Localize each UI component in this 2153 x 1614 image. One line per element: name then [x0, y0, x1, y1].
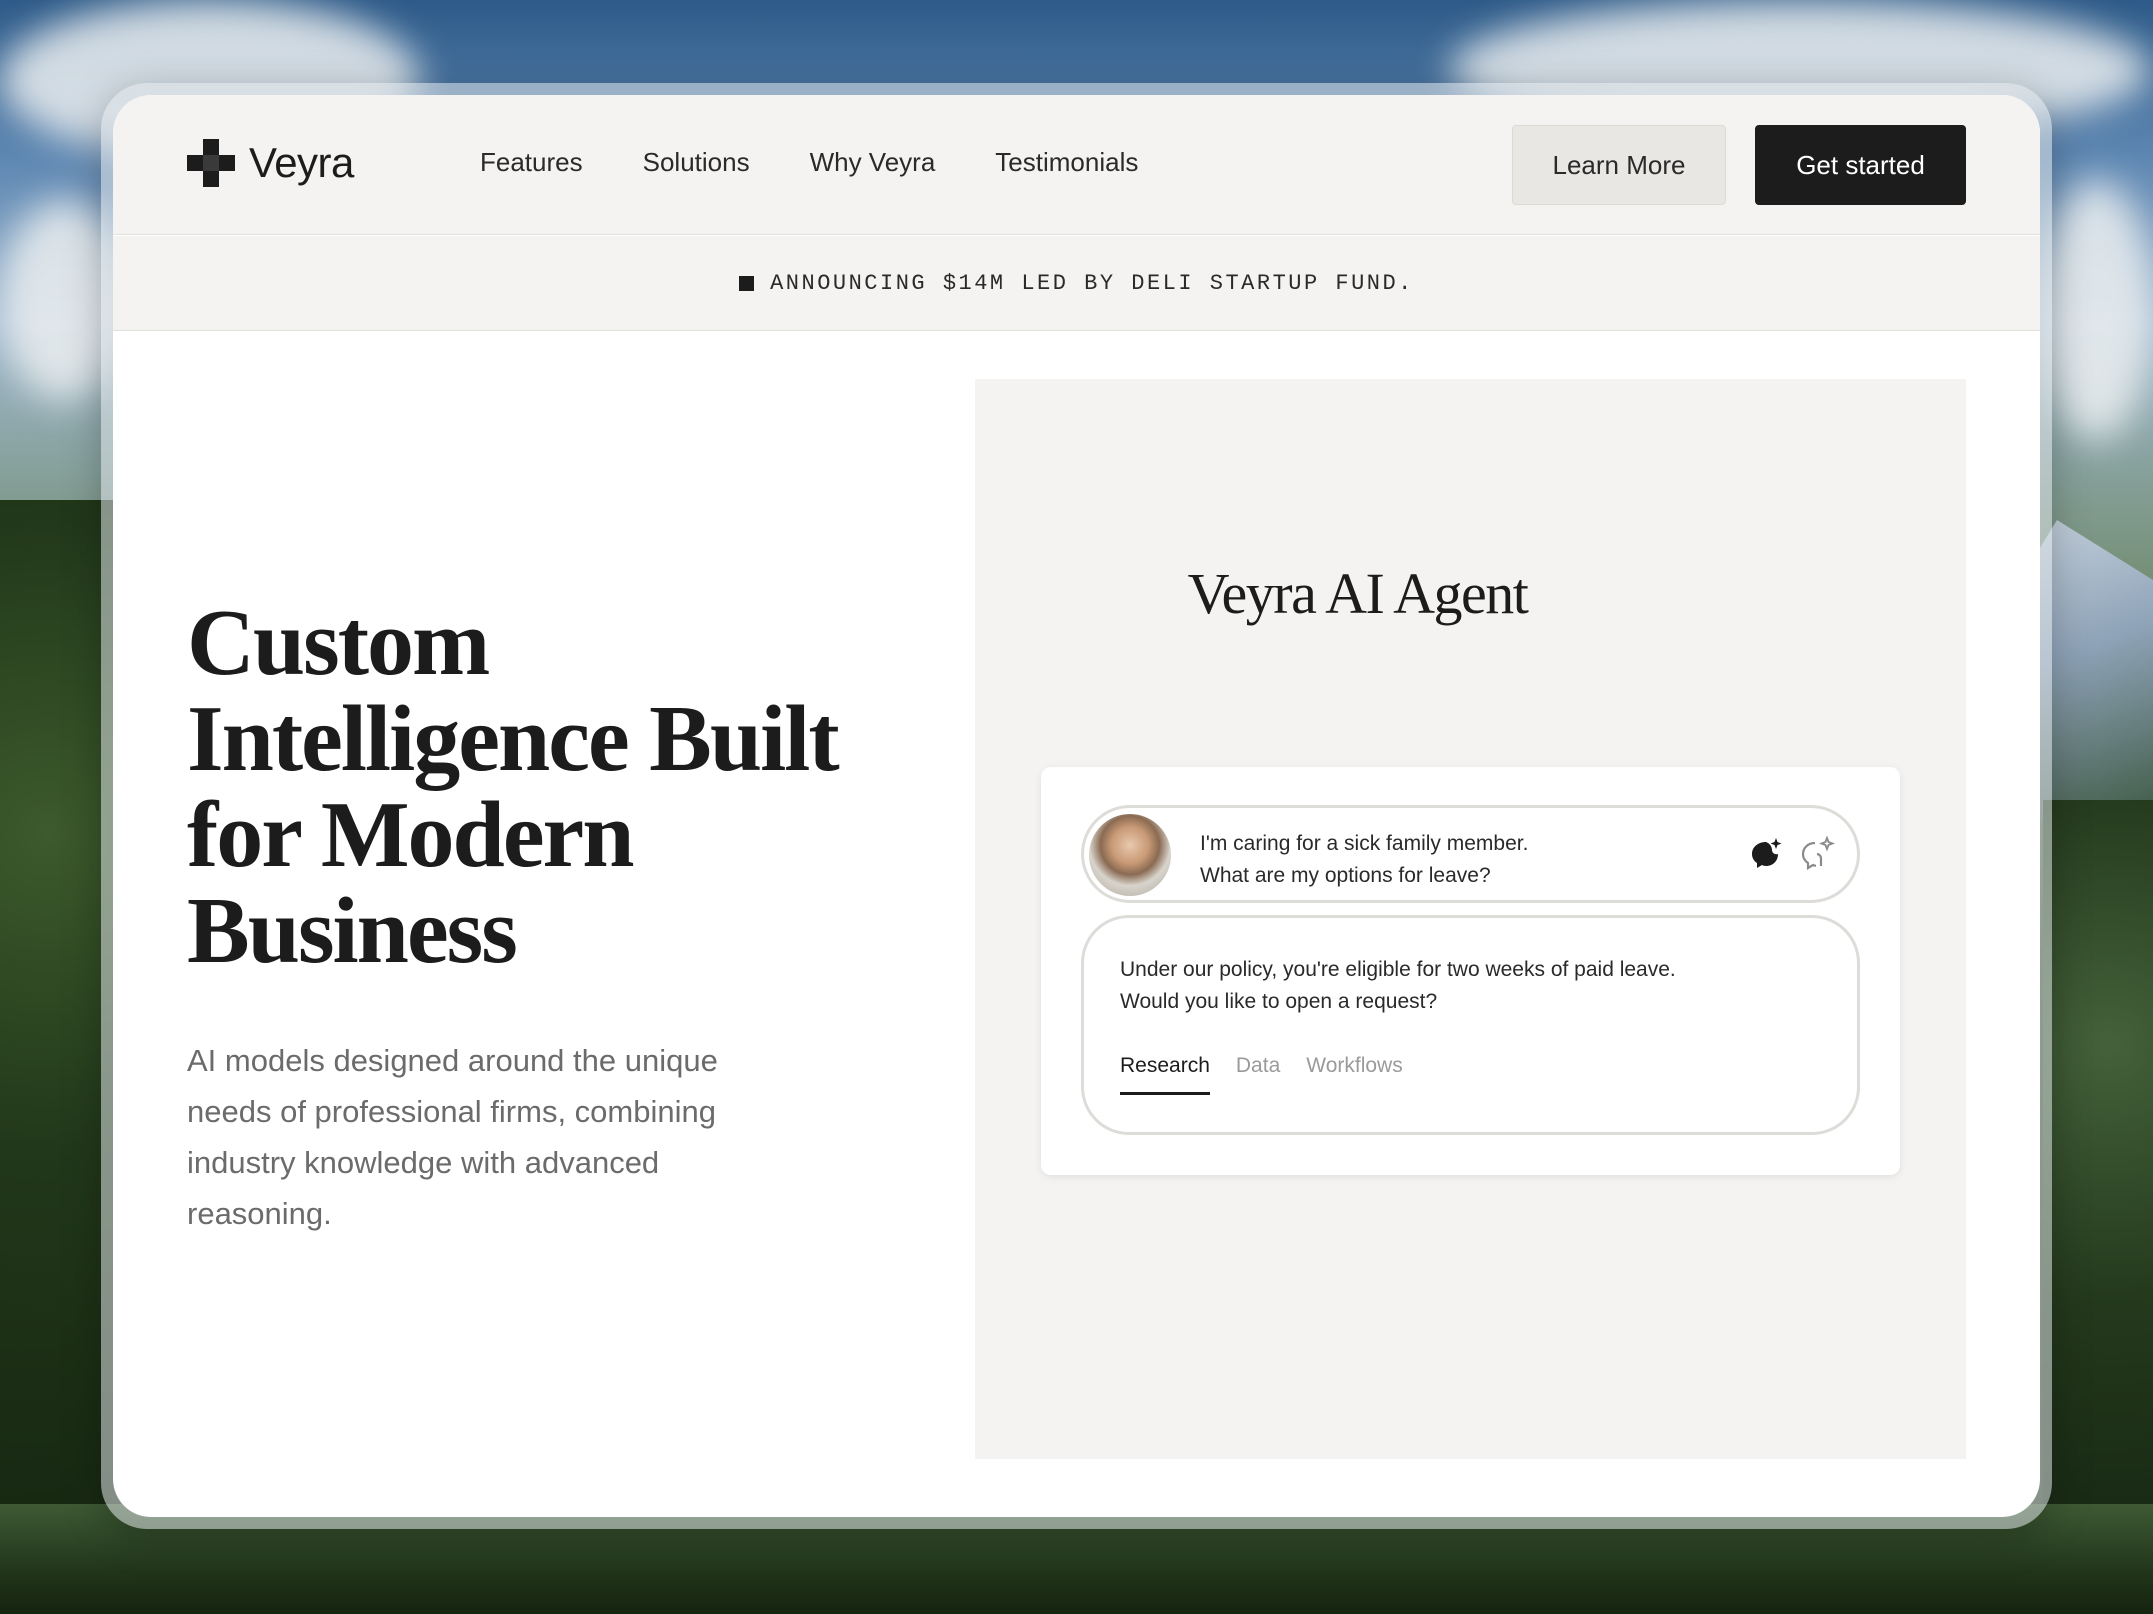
nav-links: Features Solutions Why Veyra Testimonial… — [480, 147, 1198, 178]
sparkle-head-outline-icon[interactable] — [1797, 834, 1837, 874]
nav-link-solutions[interactable]: Solutions — [643, 147, 750, 178]
agent-answer-line: Would you like to open a request? — [1120, 990, 1438, 1013]
nav-link-testimonials[interactable]: Testimonials — [995, 147, 1138, 178]
agent-answer-box: Under our policy, you're eligible for tw… — [1081, 915, 1860, 1135]
user-query-line: I'm caring for a sick family member. — [1200, 832, 1529, 855]
sparkle-head-solid-icon[interactable] — [1746, 834, 1786, 874]
answer-tabs: Research Data Workflows — [1120, 1054, 1429, 1095]
square-bullet-icon — [739, 275, 755, 291]
hero-subtitle: AI models designed around the unique nee… — [187, 1043, 718, 1231]
get-started-button[interactable]: Get started — [1755, 125, 1966, 205]
brand-name: Veyra — [249, 139, 354, 186]
background-cloud — [2040, 180, 2153, 440]
nav-link-why-veyra[interactable]: Why Veyra — [810, 147, 936, 178]
brand-logo[interactable]: Veyra — [187, 139, 354, 187]
user-avatar — [1089, 814, 1171, 896]
cross-pixel-logo-icon — [187, 139, 235, 187]
agent-answer-line: Under our policy, you're eligible for tw… — [1120, 958, 1676, 981]
announcement-bar[interactable]: ANNOUNCING $14M LED BY DELI STARTUP FUND… — [113, 236, 2040, 331]
user-query-bubble: I'm caring for a sick family member. Wha… — [1081, 805, 1860, 903]
demo-title: Veyra AI Agent — [1187, 561, 1529, 626]
background-trees — [2043, 800, 2153, 1614]
tab-workflows[interactable]: Workflows — [1306, 1054, 1402, 1095]
learn-more-button[interactable]: Learn More — [1512, 125, 1726, 205]
hero-title: Custom Intelligence Built for Modern Bus… — [187, 591, 840, 983]
tab-research[interactable]: Research — [1120, 1054, 1210, 1095]
tab-data[interactable]: Data — [1236, 1054, 1280, 1095]
agent-answer-text: Under our policy, you're eligible for tw… — [1120, 954, 1676, 1018]
chat-card: I'm caring for a sick family member. Wha… — [1041, 767, 1900, 1175]
user-query-text: I'm caring for a sick family member. Wha… — [1200, 828, 1528, 892]
announcement-text: ANNOUNCING $14M LED BY DELI STARTUP FUND… — [770, 270, 1414, 296]
user-query-line: What are my options for leave? — [1200, 864, 1491, 887]
nav-link-features[interactable]: Features — [480, 147, 583, 178]
top-navbar: Veyra Features Solutions Why Veyra Testi… — [113, 95, 2040, 235]
